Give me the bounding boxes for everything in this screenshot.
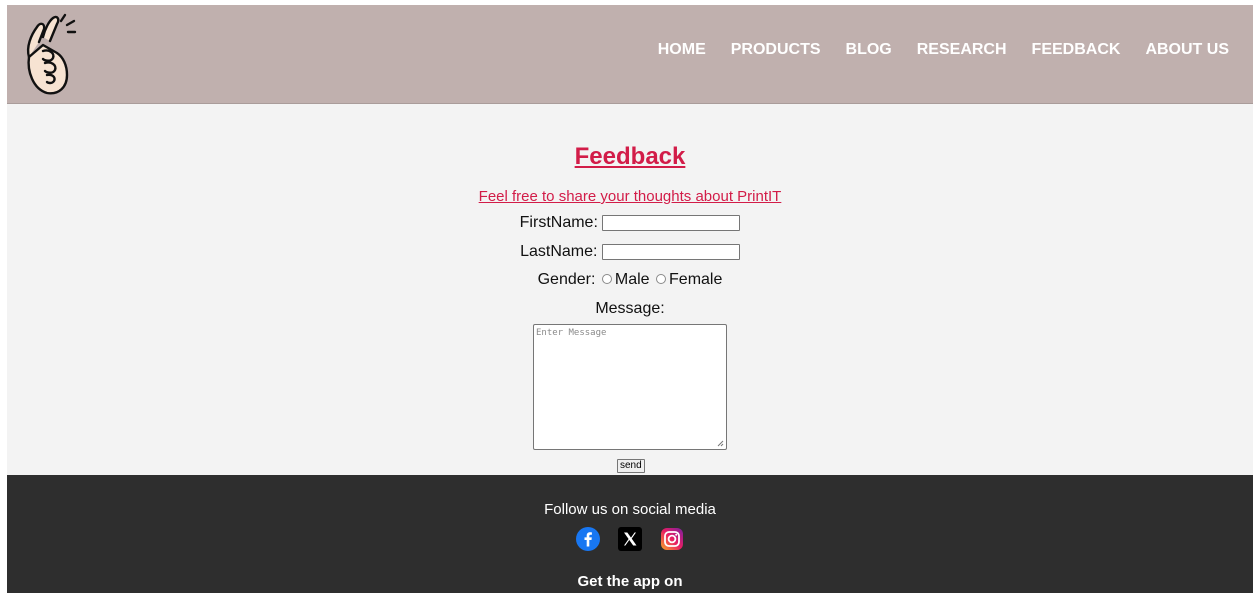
x-icon[interactable] bbox=[618, 527, 642, 551]
main-nav: HOME PRODUCTS BLOG RESEARCH FEEDBACK ABO… bbox=[658, 41, 1229, 59]
facebook-icon[interactable] bbox=[576, 527, 600, 551]
instagram-icon[interactable] bbox=[660, 527, 684, 551]
gender-male-label: Male bbox=[614, 271, 650, 288]
site-footer: Follow us on social media Get the app on bbox=[7, 475, 1253, 593]
nav-research-link[interactable]: RESEARCH bbox=[917, 41, 1007, 59]
nav-feedback-link[interactable]: FEEDBACK bbox=[1032, 41, 1121, 59]
resize-grip-icon[interactable] bbox=[717, 440, 724, 447]
gender-female-label: Female bbox=[669, 271, 723, 288]
last-name-row: LastName: bbox=[7, 243, 1253, 261]
send-button[interactable]: send bbox=[617, 459, 645, 473]
feedback-subtitle-link[interactable]: Feel free to share your thoughts about P… bbox=[7, 188, 1253, 205]
gender-male-radio[interactable] bbox=[601, 273, 612, 284]
follow-social-text: Follow us on social media bbox=[544, 501, 716, 518]
page: HOME PRODUCTS BLOG RESEARCH FEEDBACK ABO… bbox=[7, 5, 1253, 593]
message-placeholder: Enter Message bbox=[536, 328, 607, 338]
nav-products-link[interactable]: PRODUCTS bbox=[731, 41, 821, 59]
last-name-input[interactable] bbox=[601, 243, 740, 260]
first-name-label: FirstName: bbox=[519, 214, 598, 231]
nav-home-link[interactable]: HOME bbox=[658, 41, 706, 59]
gender-row: Gender: Male Female bbox=[7, 271, 1253, 289]
message-label: Message: bbox=[595, 300, 665, 317]
feedback-section: Feedback Feel free to share your thought… bbox=[7, 104, 1253, 475]
social-icons bbox=[576, 527, 684, 551]
get-app-text: Get the app on bbox=[577, 573, 683, 590]
nav-about-us-link[interactable]: ABOUT US bbox=[1145, 41, 1229, 59]
gender-label: Gender: bbox=[537, 271, 596, 288]
last-name-label: LastName: bbox=[520, 243, 598, 260]
site-header: HOME PRODUCTS BLOG RESEARCH FEEDBACK ABO… bbox=[7, 5, 1253, 104]
first-name-input[interactable] bbox=[602, 214, 741, 231]
message-textarea[interactable]: Enter Message bbox=[533, 324, 727, 450]
gender-female-radio[interactable] bbox=[656, 273, 667, 284]
nav-blog-link[interactable]: BLOG bbox=[846, 41, 892, 59]
first-name-row: FirstName: bbox=[7, 214, 1253, 232]
crossed-fingers-logo-icon[interactable] bbox=[21, 9, 83, 101]
page-title: Feedback bbox=[574, 143, 686, 170]
